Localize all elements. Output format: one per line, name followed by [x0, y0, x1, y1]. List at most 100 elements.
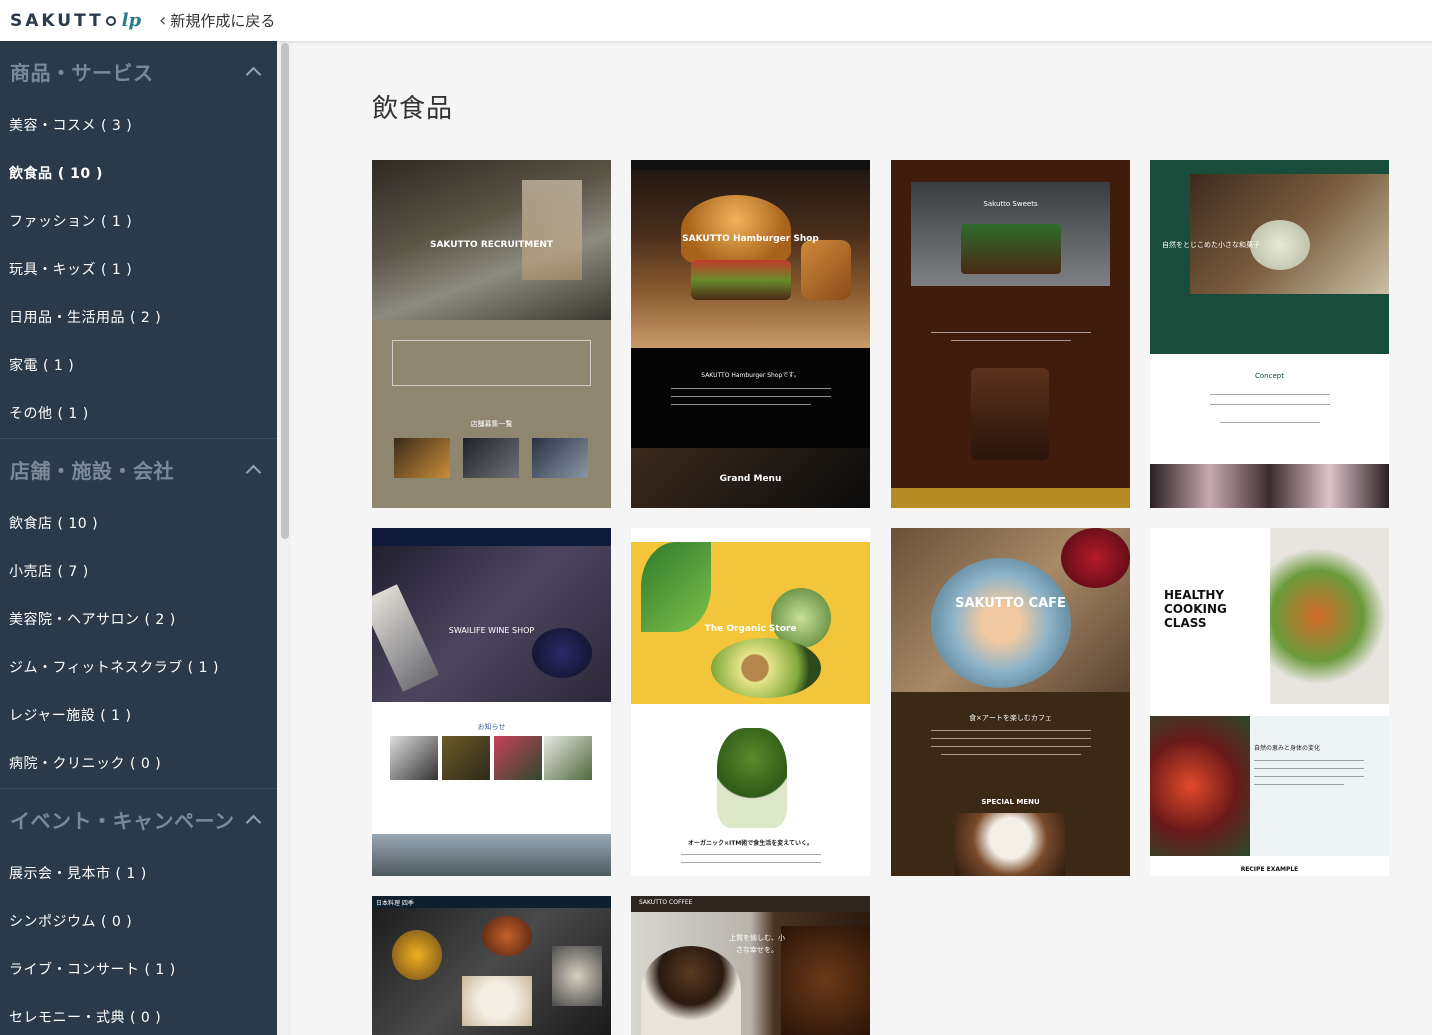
template-card-wagashi[interactable]: 自然をとじこめた小さな和菓子 Concept — [1150, 160, 1389, 508]
text-line — [941, 754, 1081, 755]
text-line — [1254, 760, 1364, 761]
text-line — [681, 862, 821, 863]
sidebar-item-appliances[interactable]: 家電 ( 1 ) — [0, 341, 277, 389]
category-group-events[interactable]: イベント・キャンペーン — [0, 789, 277, 849]
template-card-japanese[interactable]: 日本料理 四季 — [372, 896, 611, 1035]
template-headline: 自然をとじこめた小さな和菓子 — [1162, 241, 1260, 249]
chevron-left-icon: ‹ — [159, 10, 167, 31]
sidebar-item-live-concert[interactable]: ライブ・コンサート ( 1 ) — [0, 945, 277, 993]
back-to-new-button[interactable]: ‹ 新規作成に戻る — [159, 10, 275, 31]
sidebar-item-beauty[interactable]: 美容・コスメ ( 3 ) — [0, 101, 277, 149]
text-line — [671, 404, 811, 405]
sidebar-item-symposium[interactable]: シンポジウム ( 0 ) — [0, 897, 277, 945]
text-line — [1210, 394, 1330, 395]
top-header: SAKUTT lp ‹ 新規作成に戻る — [0, 0, 1432, 41]
thumbnail-image — [372, 834, 611, 876]
template-card-hamburger[interactable]: SAKUTTO Hamburger Shop SAKUTTO Hamburger… — [631, 160, 870, 508]
sidebar-item-toys[interactable]: 玩具・キッズ ( 1 ) — [0, 245, 277, 293]
back-label: 新規作成に戻る — [170, 12, 276, 30]
group-title: 商品・サービス — [10, 60, 154, 85]
template-section-title: 店舗募集一覧 — [470, 420, 513, 428]
sidebar-item-restaurant[interactable]: 飲食店 ( 10 ) — [0, 499, 277, 547]
dish-image — [552, 946, 602, 1006]
sidebar-item-exhibition[interactable]: 展示会・見本市 ( 1 ) — [0, 849, 277, 897]
template-section-title: SPECIAL MENU — [981, 798, 1040, 806]
thumbnail-nav — [372, 528, 611, 546]
sidebar-item-fashion[interactable]: ファッション ( 1 ) — [0, 197, 277, 245]
sidebar-item-retail[interactable]: 小売店 ( 7 ) — [0, 547, 277, 595]
coffee-filter-image — [641, 946, 741, 1035]
fries-image — [801, 240, 851, 300]
template-headline: 日本料理 四季 — [376, 900, 414, 907]
fruit-image — [1150, 716, 1250, 856]
template-card-coffee[interactable]: SAKUTTO COFFEE 上質を愉しむ、小さな幸せを。 — [631, 896, 870, 1035]
text-line — [1254, 776, 1364, 777]
page-title: 飲食品 — [372, 94, 454, 124]
thumbnail-image — [494, 736, 542, 780]
category-group-stores[interactable]: 店舗・施設・会社 — [0, 439, 277, 499]
thumbnail-image — [544, 736, 592, 780]
template-card-cooking[interactable]: HEALTHY COOKING CLASS 自然の恵みと身体の変化 RECIPE… — [1150, 528, 1389, 876]
dish-image — [482, 916, 532, 956]
template-headline: HEALTHY COOKING CLASS — [1164, 588, 1227, 630]
template-section-title: オーガニック×ITM術で食生活を変えていく。 — [687, 840, 814, 847]
logo-text: SAKUTT — [10, 10, 104, 31]
text-line — [681, 854, 821, 855]
thumbnail-footer — [891, 488, 1130, 508]
dish-image — [462, 976, 532, 1026]
salad-image — [1270, 528, 1389, 704]
thumbnail-image — [532, 438, 588, 478]
thumbnail-image — [463, 438, 519, 478]
chevron-up-icon[interactable] — [245, 66, 262, 82]
sidebar-item-daily-goods[interactable]: 日用品・生活用品 ( 2 ) — [0, 293, 277, 341]
group-title: イベント・キャンペーン — [10, 808, 235, 833]
sidebar-item-ceremony[interactable]: セレモニー・式典 ( 0 ) — [0, 993, 277, 1035]
sidebar-scrollbar-thumb[interactable] — [281, 43, 289, 539]
text-line — [671, 388, 831, 389]
chevron-up-icon[interactable] — [245, 464, 262, 480]
template-headline: Sakutto Sweets — [983, 200, 1038, 208]
template-body — [1150, 354, 1389, 464]
dish-image — [392, 930, 442, 980]
text-line — [671, 396, 831, 397]
basil-image — [641, 542, 711, 632]
template-headline: SAKUTTO COFFEE — [639, 899, 693, 906]
thumbnail-decoration — [392, 340, 591, 386]
chevron-up-icon[interactable] — [245, 814, 262, 830]
sidebar-item-leisure[interactable]: レジャー施設 ( 1 ) — [0, 691, 277, 739]
template-card-organic[interactable]: The Organic Store オーガニック×ITM術で食生活を変えていく。 — [631, 528, 870, 876]
template-intro: 自然の恵みと身体の変化 — [1254, 745, 1321, 752]
plate-image — [931, 558, 1071, 688]
template-headline: The Organic Store — [704, 624, 797, 634]
category-group-products[interactable]: 商品・サービス — [0, 41, 277, 101]
text-line — [1254, 768, 1364, 769]
thumbnail-image — [390, 736, 438, 780]
text-line — [1220, 422, 1320, 423]
thumbnail-image — [394, 438, 450, 478]
text-line — [951, 340, 1071, 341]
coffee-beans-image — [781, 926, 870, 1035]
sidebar-item-food[interactable]: 飲食品 ( 10 ) — [0, 149, 277, 197]
template-intro: 上質を愉しむ、小さな幸せを。 — [729, 934, 785, 954]
text-line — [931, 746, 1091, 747]
thumbnail-decoration — [522, 180, 582, 280]
sidebar-item-gym[interactable]: ジム・フィットネスクラブ ( 1 ) — [0, 643, 277, 691]
sidebar-item-clinic[interactable]: 病院・クリニック ( 0 ) — [0, 739, 277, 787]
template-card-cafe[interactable]: SAKUTTO CAFE 食×アートを楽しむカフェ SPECIAL MENU — [891, 528, 1130, 876]
logo-suffix: lp — [121, 10, 142, 31]
sidebar-item-other[interactable]: その他 ( 1 ) — [0, 389, 277, 437]
template-section-title: Grand Menu — [719, 474, 782, 484]
sakutto-lp-logo[interactable]: SAKUTT lp — [10, 0, 141, 41]
template-card-recruitment[interactable]: SAKUTTO RECRUITMENT 店舗募集一覧 — [372, 160, 611, 508]
cake-image — [961, 224, 1061, 274]
template-intro: SAKUTTO Hamburger Shopです。 — [701, 372, 800, 379]
logo-circle-icon — [105, 15, 116, 26]
sidebar-item-salon[interactable]: 美容院・ヘアサロン ( 2 ) — [0, 595, 277, 643]
template-card-wine[interactable]: SWAILIFE WINE SHOP お知らせ — [372, 528, 611, 876]
dessert-image — [955, 813, 1065, 876]
template-headline: SAKUTTO CAFE — [955, 596, 1066, 611]
template-card-sweets[interactable]: Sakutto Sweets — [891, 160, 1130, 508]
text-line — [1210, 404, 1330, 405]
text-line — [931, 332, 1091, 333]
template-section-title: RECIPE EXAMPLE — [1240, 866, 1299, 873]
